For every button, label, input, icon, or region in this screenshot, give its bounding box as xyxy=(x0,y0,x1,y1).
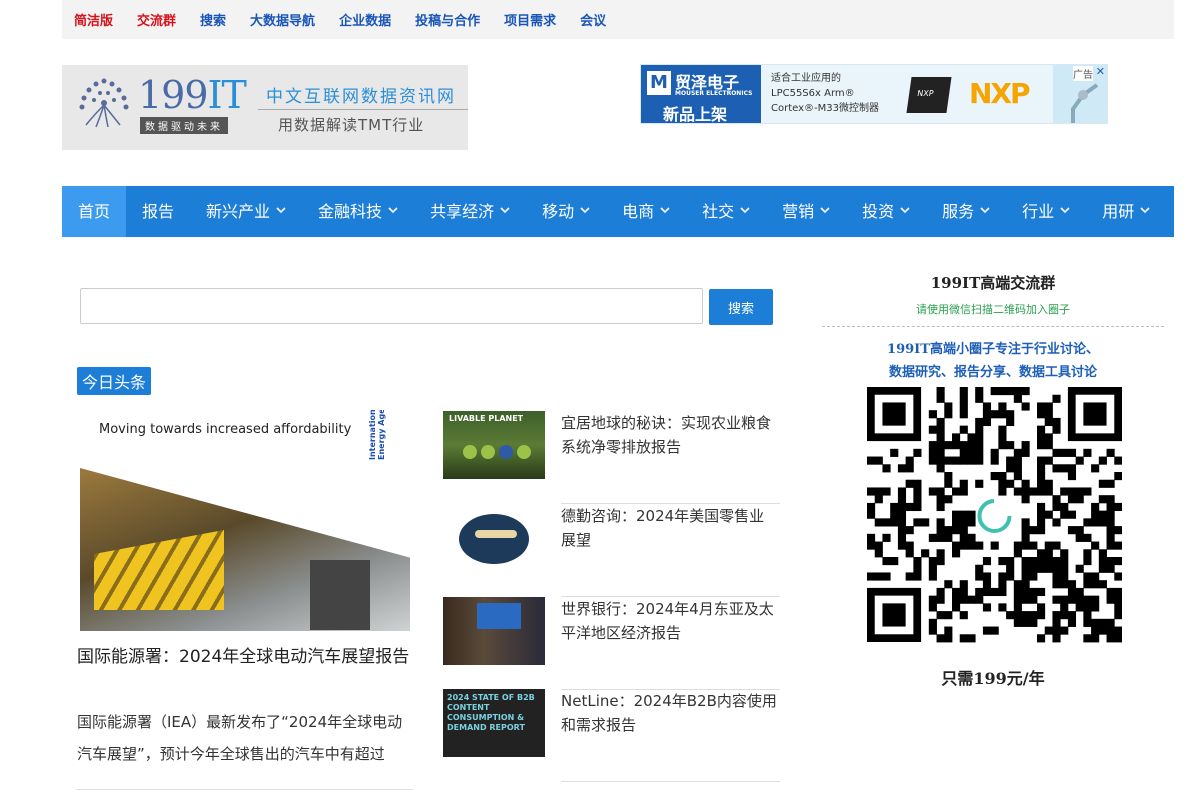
news-item[interactable]: 世界银行：2024年4月东亚及太平洋地区经济报告 xyxy=(443,597,780,690)
nav-item[interactable]: 报告 xyxy=(126,186,190,237)
chevron-down-icon xyxy=(900,186,910,237)
sidebar-group-promo: 199IT高端交流群 请使用微信扫描二维码加入圈子 199IT高端小圈子专注于行… xyxy=(822,262,1164,692)
logo-divider xyxy=(258,109,468,110)
nav-item[interactable]: 金融科技 xyxy=(302,186,414,237)
ad-close-icon[interactable]: ✕ xyxy=(1096,66,1105,78)
chevron-down-icon xyxy=(660,186,670,237)
today-headline-badge: 今日头条 xyxy=(77,367,152,395)
nav-item[interactable]: 用研 xyxy=(1086,186,1166,237)
nav-item-label: 报告 xyxy=(142,202,175,221)
news-title[interactable]: 宜居地球的秘诀：实现农业粮食系统净零排放报告 xyxy=(561,411,777,459)
nav-item-label: 金融科技 xyxy=(318,202,383,221)
chevron-down-icon xyxy=(740,186,750,237)
nav-item[interactable]: 服务 xyxy=(926,186,1006,237)
top-link-meetings[interactable]: 会议 xyxy=(580,10,606,29)
top-link-submit[interactable]: 投稿与合作 xyxy=(415,10,480,29)
nav-item-label: 社交 xyxy=(702,202,735,221)
nav-item-label: 行业 xyxy=(1022,202,1055,221)
logo-tagline: 数据驱动未来 xyxy=(140,117,228,134)
logo-dots-icon xyxy=(79,78,129,128)
news-thumb[interactable] xyxy=(443,597,545,665)
nav-item[interactable]: 新兴产业 xyxy=(190,186,302,237)
nav-item[interactable]: 行业 xyxy=(1006,186,1086,237)
news-thumb[interactable] xyxy=(443,504,545,572)
top-link-bigdata-nav[interactable]: 大数据导航 xyxy=(250,10,315,29)
ev-charger-graphic xyxy=(310,560,370,630)
news-title[interactable]: 世界银行：2024年4月东亚及太平洋地区经济报告 xyxy=(561,597,777,645)
divider xyxy=(77,789,413,790)
logo-title: 中文互联网数据资讯网 xyxy=(266,87,456,107)
news-item[interactable]: 德勤咨询：2024年美国零售业展望 xyxy=(443,504,780,597)
ad-label: 广告 xyxy=(1073,66,1093,81)
divider xyxy=(561,781,780,782)
chevron-down-icon xyxy=(580,186,590,237)
nav-item[interactable]: 共享经济 xyxy=(414,186,526,237)
sidebar-price: 只需199元/年 xyxy=(941,669,1045,688)
top-link-bar: 简洁版 交流群 搜索 大数据导航 企业数据 投稿与合作 项目需求 会议 xyxy=(62,0,1174,39)
nav-item-label: 共享经济 xyxy=(430,202,495,221)
chip-icon: NXP xyxy=(906,77,952,113)
mouser-logo-icon: M xyxy=(647,71,671,95)
headline-title[interactable]: 国际能源署：2024年全球电动汽车展望报告 xyxy=(77,643,417,671)
nav-item[interactable]: 首页 xyxy=(62,186,127,237)
divider xyxy=(822,326,1164,327)
nav-item[interactable]: 移动 xyxy=(526,186,606,237)
search-input[interactable] xyxy=(80,288,703,324)
nav-item[interactable]: 社交 xyxy=(686,186,766,237)
chevron-down-icon xyxy=(1060,186,1070,237)
ad-brand-block: M 贸泽电子 MOUSER ELECTRONICS 新品上架 xyxy=(641,65,761,124)
headline-image-caption: Moving towards increased affordability xyxy=(99,422,352,437)
nxp-logo: NXP xyxy=(969,77,1031,110)
chevron-down-icon xyxy=(980,186,990,237)
logo-wordmark: 199IT xyxy=(138,73,247,117)
sidebar-scan-hint: 请使用微信扫描二维码加入圈子 xyxy=(916,303,1070,316)
news-thumb[interactable]: LIVABLE PLANET xyxy=(443,411,545,479)
top-link-projects[interactable]: 项目需求 xyxy=(504,10,556,29)
nav-item-label: 投资 xyxy=(862,202,895,221)
chevron-down-icon xyxy=(820,186,830,237)
nav-item-label: 服务 xyxy=(942,202,975,221)
site-logo[interactable]: 199IT 数据驱动未来 中文互联网数据资讯网 用数据解读TMT行业 xyxy=(62,65,468,150)
top-link-group[interactable]: 交流群 xyxy=(137,10,176,29)
nav-item[interactable]: 营销 xyxy=(766,186,846,237)
top-link-company-data[interactable]: 企业数据 xyxy=(339,10,391,29)
ad-copy: 适合工业应用的 LPC55S6x Arm® Cortex®-M33微控制器 xyxy=(771,73,879,114)
logo-subtitle: 用数据解读TMT行业 xyxy=(278,116,425,134)
news-item[interactable]: 2024 STATE OF B2B CONTENT CONSUMPTION & … xyxy=(443,689,780,782)
nav-item[interactable]: 投资 xyxy=(846,186,926,237)
top-link-search[interactable]: 搜索 xyxy=(200,10,226,29)
nav-item-label: 移动 xyxy=(542,202,575,221)
chevron-down-icon xyxy=(276,186,286,237)
search-button[interactable]: 搜索 xyxy=(709,289,773,325)
sidebar-desc: 199IT高端小圈子专注于行业讨论、 数据研究、报告分享、数据工具讨论 xyxy=(887,342,1099,380)
iea-logo: International Energy Agency xyxy=(368,410,386,460)
chevron-down-icon xyxy=(388,186,398,237)
chevron-down-icon xyxy=(500,186,510,237)
chevron-down-icon xyxy=(1140,186,1150,237)
news-thumb[interactable]: 2024 STATE OF B2B CONTENT CONSUMPTION & … xyxy=(443,689,545,757)
qr-code-icon[interactable] xyxy=(867,387,1122,645)
nav-item-label: 用研 xyxy=(1102,202,1135,221)
nav-item-label: 新兴产业 xyxy=(206,202,271,221)
sidebar-title: 199IT高端交流群 xyxy=(930,274,1056,292)
news-item[interactable]: LIVABLE PLANET 宜居地球的秘诀：实现农业粮食系统净零排放报告 xyxy=(443,411,780,504)
nav-item-label: 首页 xyxy=(78,202,111,221)
nav-item-label: 电商 xyxy=(622,202,655,221)
main-nav: 首页 报告 新兴产业 金融科技 共享经济 移动 电商 社交 营销 投资 服务 行业 用研 xyxy=(62,186,1174,237)
nav-item-label: 营销 xyxy=(782,202,815,221)
ad-banner[interactable]: M 贸泽电子 MOUSER ELECTRONICS 新品上架 适合工业应用的 L… xyxy=(640,64,1108,124)
nav-item[interactable]: 电商 xyxy=(606,186,686,237)
headline-desc: 国际能源署（IEA）最新发布了“2024年全球电动汽车展望”，预计今年全球售出的… xyxy=(77,713,403,763)
headline-image[interactable]: Moving towards increased affordability I… xyxy=(80,410,410,631)
ad-brand-sub: 新品上架 xyxy=(663,105,728,124)
ad-brand-en: MOUSER ELECTRONICS xyxy=(675,90,753,97)
news-title[interactable]: 德勤咨询：2024年美国零售业展望 xyxy=(561,504,777,552)
news-title[interactable]: NetLine：2024年B2B内容使用和需求报告 xyxy=(561,689,777,737)
top-link-simple[interactable]: 简洁版 xyxy=(74,10,113,29)
